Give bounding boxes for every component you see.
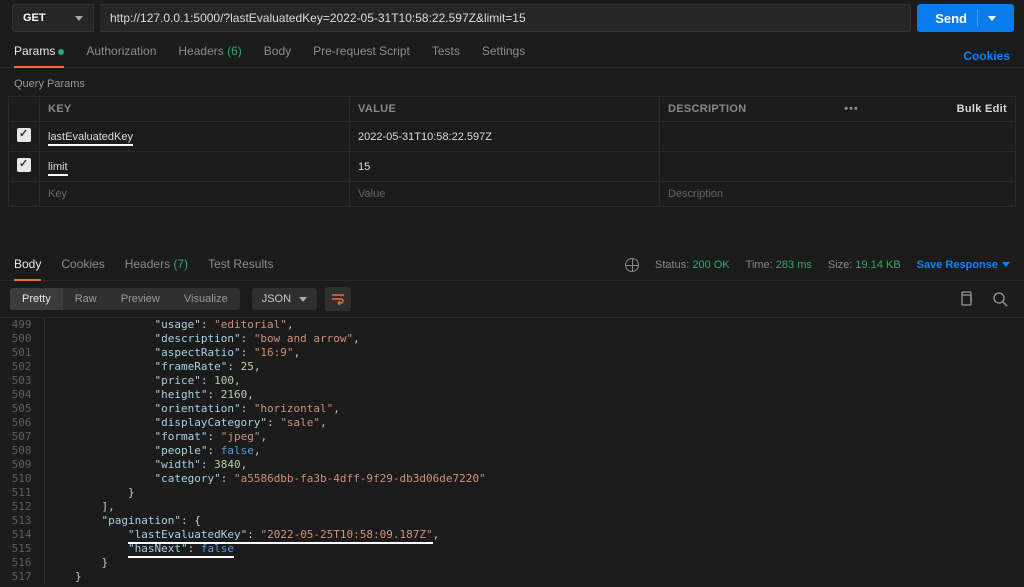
col-header-description: DESCRIPTION ••• Bulk Edit [660, 97, 1016, 122]
param-key[interactable]: limit [40, 152, 350, 182]
chevron-down-icon [299, 297, 307, 302]
table-row-new[interactable]: Key Value Description [9, 182, 1016, 207]
param-key-input[interactable]: Key [40, 182, 350, 207]
query-params-label: Query Params [0, 68, 1024, 96]
param-value[interactable]: 15 [350, 152, 660, 182]
param-enabled-checkbox[interactable] [17, 128, 31, 142]
send-button[interactable]: Send [917, 4, 1014, 32]
view-pretty[interactable]: Pretty [10, 288, 63, 310]
wrap-lines-button[interactable] [325, 287, 351, 311]
param-description[interactable] [660, 152, 1016, 182]
col-header-key: KEY [40, 97, 350, 122]
status-code: 200 OK [692, 259, 729, 271]
tab-headers[interactable]: Headers (6) [178, 44, 241, 67]
param-value-input[interactable]: Value [350, 182, 660, 207]
tab-prerequest[interactable]: Pre-request Script [313, 44, 410, 67]
response-body[interactable]: 499 "usage": "editorial",500 "descriptio… [0, 318, 1024, 584]
param-enabled-checkbox[interactable] [17, 158, 31, 172]
url-input[interactable] [100, 4, 911, 32]
view-visualize[interactable]: Visualize [172, 288, 240, 310]
chevron-down-icon [75, 16, 83, 21]
resp-tab-test-results[interactable]: Test Results [208, 257, 273, 280]
save-response-button[interactable]: Save Response [917, 259, 1010, 271]
tab-params[interactable]: Params [14, 44, 64, 67]
tab-tests[interactable]: Tests [432, 44, 460, 67]
response-time: 283 ms [776, 259, 812, 271]
table-row: lastEvaluatedKey 2022-05-31T10:58:22.597… [9, 122, 1016, 152]
format-select[interactable]: JSON [252, 288, 317, 310]
tab-settings[interactable]: Settings [482, 44, 525, 67]
param-description[interactable] [660, 122, 1016, 152]
http-method-label: GET [23, 12, 46, 24]
param-value[interactable]: 2022-05-31T10:58:22.597Z [350, 122, 660, 152]
param-description-input[interactable]: Description [660, 182, 1016, 207]
http-method-select[interactable]: GET [12, 4, 94, 32]
view-mode-segment: Pretty Raw Preview Visualize [10, 288, 240, 310]
param-key[interactable]: lastEvaluatedKey [40, 122, 350, 152]
globe-icon[interactable] [625, 258, 639, 272]
response-size: 19.14 KB [855, 259, 900, 271]
tab-authorization[interactable]: Authorization [86, 44, 156, 67]
chevron-down-icon [988, 16, 996, 21]
view-preview[interactable]: Preview [109, 288, 172, 310]
query-params-table: KEY VALUE DESCRIPTION ••• Bulk Edit last… [8, 96, 1016, 207]
chevron-down-icon [1002, 262, 1010, 267]
table-row: limit 15 [9, 152, 1016, 182]
more-icon[interactable]: ••• [844, 103, 859, 115]
search-icon[interactable] [992, 291, 1008, 307]
params-changed-dot [58, 49, 64, 55]
cookies-link[interactable]: Cookies [963, 49, 1010, 63]
resp-tab-body[interactable]: Body [14, 257, 41, 280]
tab-body[interactable]: Body [264, 44, 291, 67]
resp-tab-cookies[interactable]: Cookies [61, 257, 104, 280]
col-header-value: VALUE [350, 97, 660, 122]
view-raw[interactable]: Raw [63, 288, 109, 310]
copy-icon[interactable] [958, 291, 974, 307]
send-button-label: Send [935, 11, 967, 26]
resp-tab-headers[interactable]: Headers (7) [125, 257, 188, 280]
bulk-edit-button[interactable]: Bulk Edit [957, 103, 1007, 115]
